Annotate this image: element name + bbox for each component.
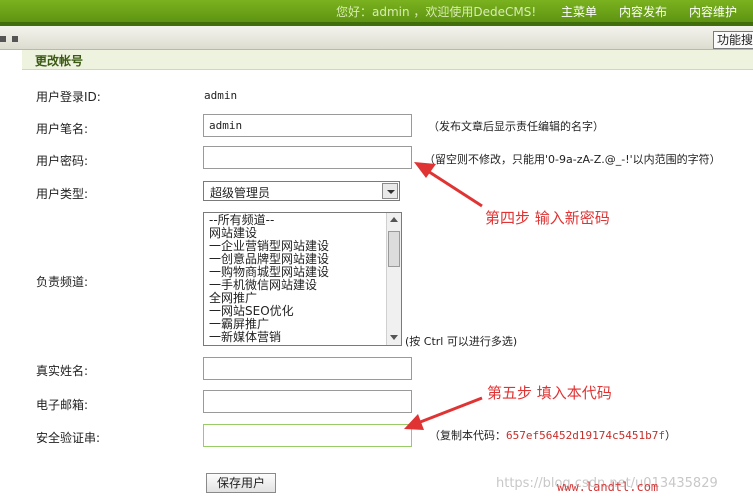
- channels-label: 负责频道:: [36, 275, 89, 289]
- site-watermark: www.landtl.com: [557, 480, 659, 494]
- scroll-down-icon[interactable]: [387, 331, 401, 345]
- email-label: 电子邮箱:: [36, 398, 89, 412]
- function-search-button[interactable]: 功能搜: [713, 31, 753, 49]
- user-type-label: 用户类型:: [36, 187, 89, 201]
- nav-content-publish[interactable]: 内容发布: [619, 3, 667, 20]
- toolbar-square-icon[interactable]: [12, 36, 18, 42]
- real-name-input[interactable]: [203, 357, 412, 380]
- verify-code-hint: （复制本代码：657ef56452d19174c5451b7f）: [429, 427, 676, 443]
- scroll-thumb[interactable]: [388, 231, 400, 267]
- verify-code-value: 657ef56452d19174c5451b7f: [506, 429, 665, 442]
- step4-arrow-line: [419, 164, 483, 208]
- verify-code-input[interactable]: [203, 424, 412, 447]
- pen-name-input[interactable]: admin: [203, 114, 412, 137]
- toolbar: [0, 26, 753, 50]
- user-type-selected: 超级管理员: [210, 186, 271, 200]
- scroll-up-icon[interactable]: [387, 213, 401, 227]
- login-id-label: 用户登录ID:: [36, 90, 101, 104]
- verify-code-label: 安全验证串:: [36, 431, 101, 445]
- welcome-greeting: 您好：admin ，欢迎使用DedeCMS!: [336, 5, 537, 19]
- channels-listbox[interactable]: --所有频道-- 网站建设 一企业营销型网站建设 一创意品牌型网站建设 一购物商…: [203, 212, 402, 346]
- user-type-select[interactable]: 超级管理员: [203, 181, 400, 201]
- nav-main-menu[interactable]: 主菜单: [561, 3, 597, 20]
- listbox-scrollbar[interactable]: [386, 213, 401, 345]
- verify-hint-prefix: （复制本代码：: [429, 429, 506, 442]
- login-id-value: admin: [204, 89, 238, 102]
- password-label: 用户密码:: [36, 154, 89, 168]
- nav-content-maintain[interactable]: 内容维护: [689, 3, 737, 20]
- toolbar-arrow-icon[interactable]: [0, 36, 6, 42]
- step5-annotation: 第五步 填入本代码: [487, 384, 612, 402]
- real-name-label: 真实姓名:: [36, 364, 89, 378]
- pen-name-hint: （发布文章后显示责任编辑的名字）: [428, 120, 604, 133]
- save-user-button[interactable]: 保存用户: [206, 473, 276, 493]
- step4-annotation: 第四步 输入新密码: [485, 209, 610, 227]
- channel-option[interactable]: 一新媒体营销: [209, 331, 389, 344]
- verify-hint-suffix: ）: [664, 429, 676, 442]
- password-hint: （留空则不修改，只能用'0-9a-zA-Z.@_-!'以内范围的字符）: [424, 153, 721, 166]
- password-input[interactable]: [203, 146, 412, 169]
- email-input[interactable]: [203, 390, 412, 413]
- channels-hint: (按 Ctrl 可以进行多选): [405, 335, 518, 348]
- panel-title-bar: [22, 50, 753, 70]
- step5-arrow-line: [409, 396, 483, 428]
- top-header-bar: 您好：admin ，欢迎使用DedeCMS! 主菜单 内容发布 内容维护: [0, 0, 753, 22]
- pen-name-label: 用户笔名:: [36, 122, 89, 136]
- panel-title: 更改帐号: [35, 54, 84, 68]
- chevron-down-icon[interactable]: [382, 183, 398, 199]
